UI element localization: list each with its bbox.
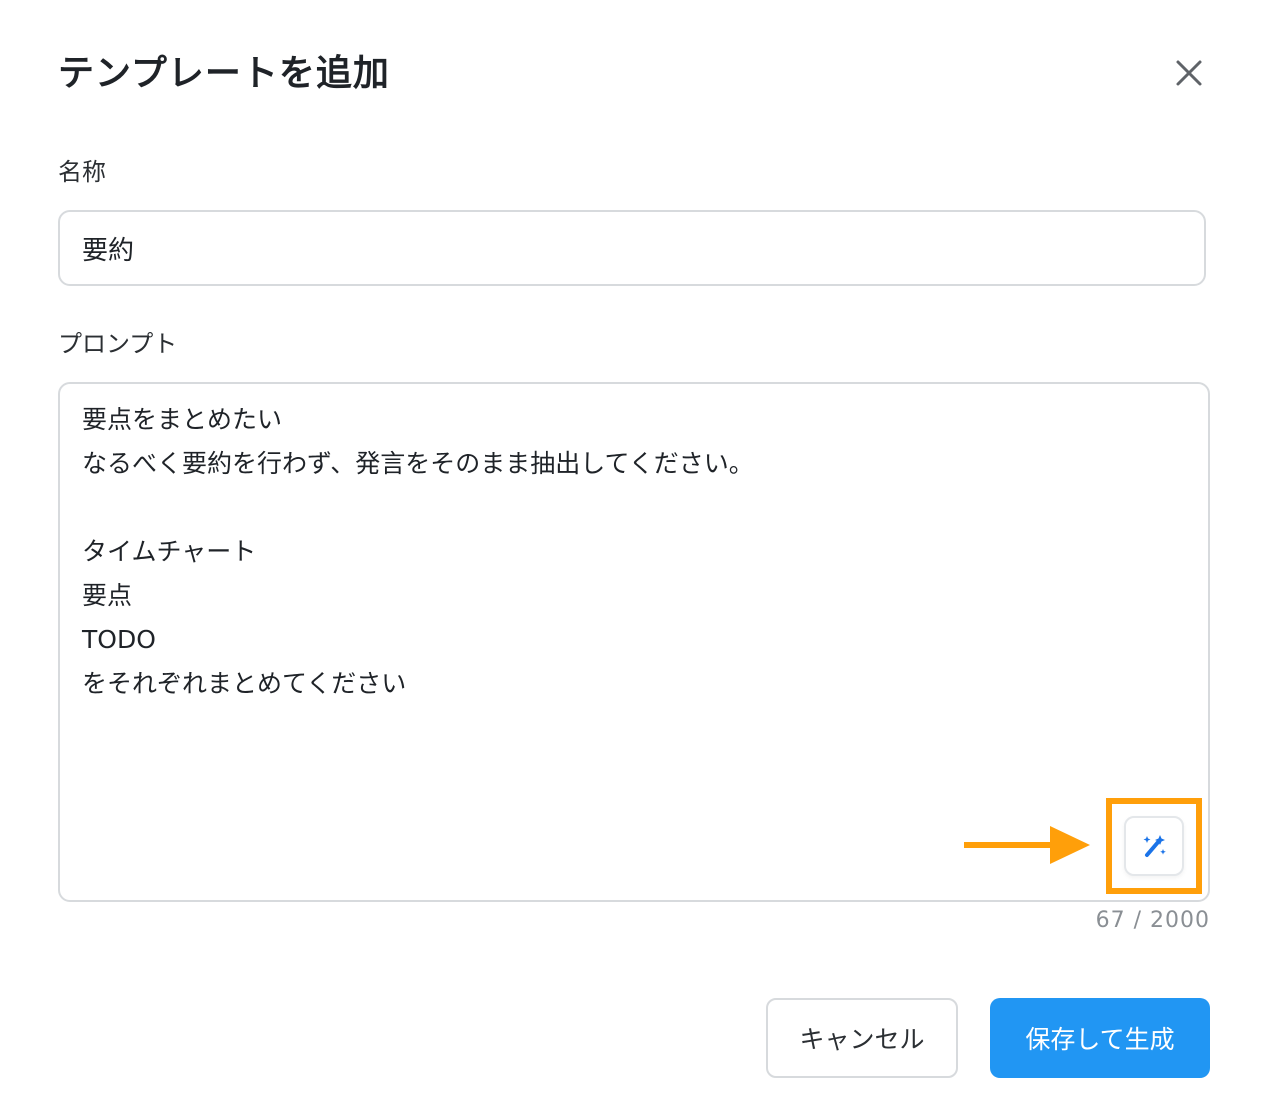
prompt-label: プロンプト — [58, 330, 178, 358]
cancel-button[interactable]: キャンセル — [766, 998, 958, 1078]
close-button[interactable] — [1168, 52, 1210, 94]
dialog-title: テンプレートを追加 — [58, 53, 390, 94]
name-input[interactable] — [58, 210, 1206, 286]
close-icon — [1176, 60, 1202, 86]
prompt-text[interactable]: 要点をまとめたい なるべく要約を行わず、発言をそのまま抽出してください。 タイム… — [82, 398, 1082, 706]
character-counter: 67 / 2000 — [1095, 908, 1210, 933]
magic-wand-icon — [1143, 835, 1166, 857]
name-label: 名称 — [58, 158, 106, 186]
ai-generate-button[interactable] — [1124, 816, 1184, 876]
save-and-generate-button[interactable]: 保存して生成 — [990, 998, 1210, 1078]
annotation-arrow — [964, 826, 1090, 864]
